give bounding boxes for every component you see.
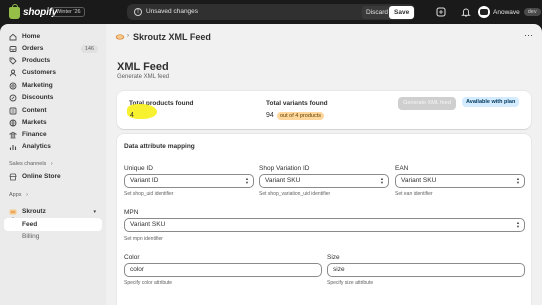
sidebar-item-customers[interactable]: Customers: [4, 66, 102, 79]
sidebar-item-label: Billing: [22, 233, 40, 240]
size-help: Specify size attribute: [327, 280, 374, 286]
alert-icon: !: [134, 8, 142, 16]
select-arrows-icon: ▲ ▼: [516, 220, 520, 229]
total-variants-value: 94: [266, 112, 274, 119]
sidebar-item-online-store[interactable]: Online Store: [4, 170, 102, 183]
sidebar-item-label: Orders: [22, 45, 44, 52]
color-help: Specify color attribute: [124, 280, 173, 286]
shop-variation-id-label: Shop Variation ID: [259, 165, 310, 172]
mpn-select[interactable]: Variant SKU ▲ ▼: [124, 218, 525, 232]
caret-down-icon: ▾: [93, 208, 96, 215]
tag-icon: [9, 57, 17, 65]
shop-variation-id-help: Set shop_variation_uid identifier: [259, 191, 331, 197]
total-variants-label: Total variants found: [266, 100, 328, 107]
sidebar-item-label: Finance: [22, 131, 47, 138]
sidebar-item-label: Skroutz: [22, 208, 46, 215]
mpn-help: Set mpn identifier: [124, 236, 163, 242]
shop-variation-id-value: Variant SKU: [265, 177, 301, 184]
unique-id-help: Set shop_uid identifier: [124, 191, 174, 197]
main-content: › Skroutz XML Feed ··· XML Feed Generate…: [106, 24, 542, 305]
select-arrows-icon: ▲ ▼: [516, 176, 520, 185]
app-title-bar: › Skroutz XML Feed ···: [106, 24, 542, 51]
sidebar-item-label: Analytics: [22, 143, 51, 150]
home-icon: [9, 33, 17, 41]
sidebar-item-label: Marketing: [22, 82, 53, 89]
color-input[interactable]: color: [124, 263, 322, 277]
bell-icon[interactable]: [461, 7, 471, 17]
ean-select[interactable]: Variant SKU ▲ ▼: [395, 174, 525, 188]
apps-label: Apps: [9, 192, 22, 198]
sidekick-icon[interactable]: [436, 7, 446, 17]
sidebar-item-label: Discounts: [22, 94, 54, 101]
orders-count-badge: 146: [80, 44, 98, 53]
ean-help: Set ean identifier: [395, 191, 433, 197]
sidebar: Home Orders 146 Products Customers Marke…: [0, 24, 106, 305]
variants-products-badge: out of 4 products: [277, 112, 324, 120]
more-options-icon[interactable]: ···: [524, 30, 533, 40]
discard-button[interactable]: Discard: [362, 6, 393, 19]
unique-id-value: Variant ID: [130, 177, 159, 184]
person-icon: [9, 69, 17, 77]
plan-badge: Available with plan: [462, 97, 520, 107]
unique-id-label: Unique ID: [124, 165, 153, 172]
sidebar-item-label: Content: [22, 107, 47, 114]
skroutz-app-icon: [9, 208, 17, 216]
account-badge: dev: [523, 8, 541, 16]
chevron-right-icon: ›: [50, 161, 53, 167]
sidebar-item-label: Customers: [22, 69, 56, 76]
target-icon: [9, 82, 17, 90]
sidebar-item-analytics[interactable]: Analytics: [4, 140, 102, 153]
sidebar-item-label: Markets: [22, 119, 47, 126]
app-title: Skroutz XML Feed: [133, 32, 211, 42]
chevron-right-icon: ›: [127, 33, 129, 39]
ean-label: EAN: [395, 165, 409, 172]
unsaved-text: Unsaved changes: [146, 8, 199, 15]
sidebar-item-label: Home: [22, 33, 41, 40]
mpn-label: MPN: [124, 209, 139, 216]
color-value: color: [130, 266, 145, 273]
sidebar-item-billing[interactable]: Billing: [4, 230, 102, 243]
unique-id-select[interactable]: Variant ID ▲ ▼: [124, 174, 254, 188]
sales-channels-label: Sales channels: [9, 161, 47, 167]
shop-variation-id-select[interactable]: Variant SKU ▲ ▼: [259, 174, 389, 188]
chevron-right-icon: ›: [26, 192, 28, 198]
sales-channels-header[interactable]: Sales channels ›: [9, 161, 53, 167]
select-arrows-icon: ▲ ▼: [380, 176, 384, 185]
sidebar-item-label: Online Store: [22, 173, 61, 180]
discount-icon: [9, 94, 17, 102]
save-button[interactable]: Save: [389, 6, 415, 19]
total-products-value: 4: [130, 112, 134, 119]
account-menu[interactable]: Anowave dev: [478, 5, 541, 19]
color-label: Color: [124, 254, 140, 261]
globe-icon: [9, 119, 17, 127]
avatar: [478, 6, 490, 18]
edition-badge: Winter '26: [52, 7, 85, 17]
size-value: size: [333, 266, 345, 273]
size-input[interactable]: size: [327, 263, 525, 277]
sidebar-item-discounts[interactable]: Discounts: [4, 91, 102, 104]
skroutz-app-icon: [115, 34, 125, 40]
page-title: XML Feed: [117, 61, 169, 73]
top-bar: shopify Winter '26 ! Unsaved changes Dis…: [0, 0, 542, 24]
shopify-logo[interactable]: shopify: [9, 3, 57, 19]
generate-xml-feed-button[interactable]: Generate XML feed: [398, 97, 456, 110]
shopify-bag-icon: [9, 3, 20, 19]
apps-header[interactable]: Apps ›: [9, 192, 28, 198]
sidebar-item-label: Products: [22, 57, 51, 64]
page-subtitle: Generate XML feed: [117, 74, 170, 80]
store-icon: [9, 173, 17, 181]
chart-icon: [9, 143, 17, 151]
sidebar-item-label: Feed: [22, 221, 38, 228]
size-label: Size: [327, 254, 340, 261]
content-icon: [9, 107, 17, 115]
mpn-value: Variant SKU: [130, 221, 166, 228]
select-arrows-icon: ▲ ▼: [245, 176, 249, 185]
account-name: Anowave: [493, 8, 520, 16]
ean-value: Variant SKU: [401, 177, 437, 184]
orders-icon: [9, 45, 17, 53]
bank-icon: [9, 131, 17, 139]
mapping-title: Data attribute mapping: [124, 143, 195, 150]
attribute-mapping-card: Data attribute mapping Unique ID Variant…: [117, 134, 531, 305]
